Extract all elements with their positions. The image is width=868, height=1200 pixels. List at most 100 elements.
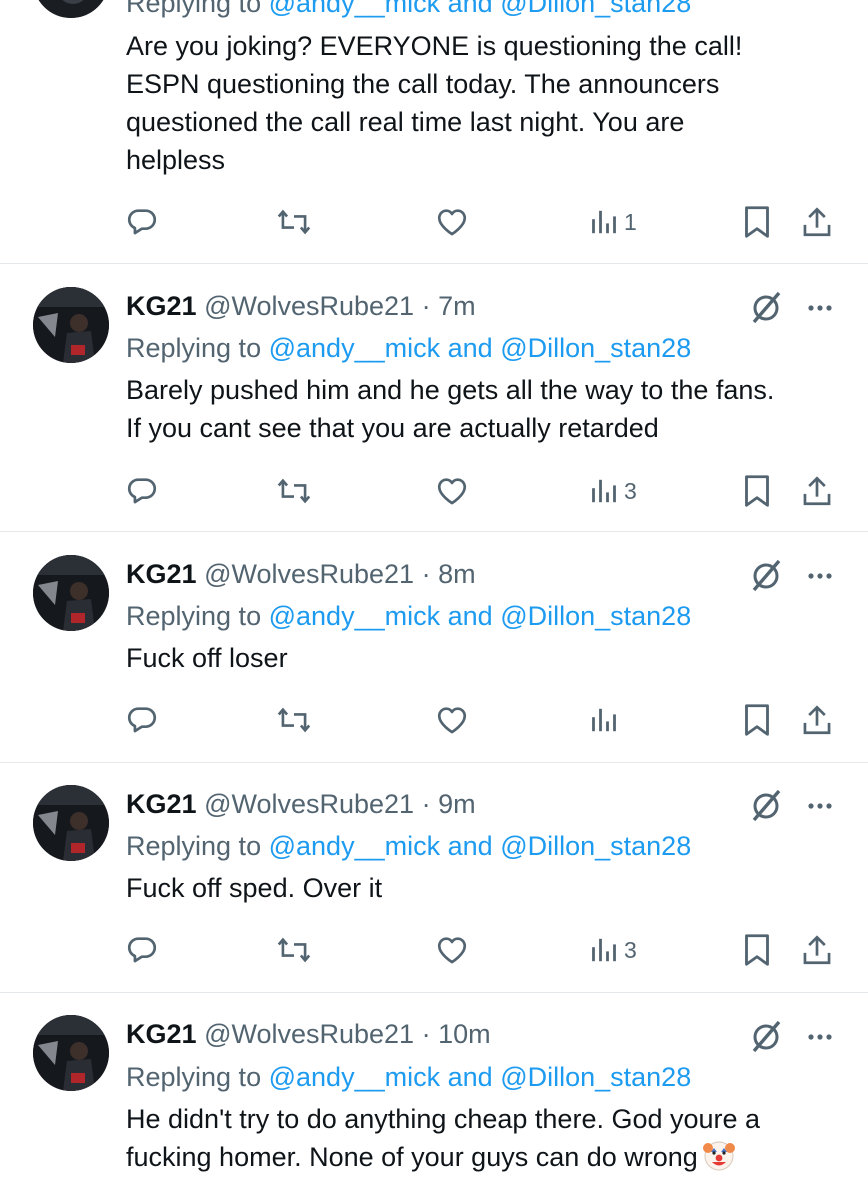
tweet-partial[interactable]: Replying to @andy__mick and @Dillon_stan… (0, 0, 868, 264)
display-name[interactable]: KG21 (126, 1019, 197, 1049)
reply-icon (127, 937, 157, 963)
views-icon (592, 938, 616, 962)
share-button[interactable] (800, 700, 834, 740)
bookmark-button[interactable] (742, 930, 772, 970)
replying-to-text: Replying to (126, 831, 262, 861)
bookmark-button[interactable] (742, 202, 772, 242)
tweet-text: He didn't try to do anything cheap there… (126, 1100, 846, 1182)
grok-button[interactable] (746, 288, 786, 328)
avatar[interactable] (33, 0, 109, 18)
grok-icon (752, 291, 781, 324)
tweet[interactable]: KG21 @WolvesRube21 · 7m Replying to @and… (0, 264, 868, 532)
repost-button[interactable] (276, 700, 312, 740)
mention-link[interactable]: @andy__mick (269, 831, 440, 861)
share-button[interactable] (800, 471, 834, 511)
tweet-text: Fuck off sped. Over it (126, 869, 846, 907)
display-name[interactable]: KG21 (126, 789, 197, 819)
tweet[interactable]: KG21 @WolvesRube21 · 8m Replying to @and… (0, 532, 868, 763)
like-icon (437, 209, 467, 236)
mention-link[interactable]: @Dillon_stan28 (500, 831, 691, 861)
reply-button[interactable] (125, 202, 159, 242)
avatar[interactable] (33, 1015, 109, 1091)
mention-link[interactable]: @Dillon_stan28 (500, 0, 691, 18)
mention-and: and (447, 831, 493, 861)
share-icon (803, 476, 831, 506)
tweet[interactable]: KG21 @WolvesRube21 · 10m Replying to @an… (0, 993, 868, 1200)
repost-icon (277, 937, 311, 963)
timestamp[interactable]: 7m (438, 291, 476, 321)
replying-to-label: Replying to @andy__mick and @Dillon_stan… (126, 596, 691, 636)
tweet-text-line: Fuck off loser (126, 643, 288, 673)
like-button[interactable] (434, 202, 470, 242)
views-button[interactable]: 1 (590, 202, 637, 242)
replying-to-label: Replying to @andy__mick and @Dillon_stan… (126, 0, 691, 23)
more-options-button[interactable] (800, 786, 840, 826)
avatar[interactable] (33, 555, 109, 631)
tweet-text-line: Barely pushed him and he gets all the wa… (126, 375, 775, 405)
more-options-button[interactable] (800, 288, 840, 328)
display-name[interactable]: KG21 (126, 291, 197, 321)
tweet-text-line: Fuck off sped. Over it (126, 873, 383, 903)
mention-link[interactable]: @Dillon_stan28 (500, 601, 691, 631)
bookmark-button[interactable] (742, 471, 772, 511)
views-button[interactable] (590, 700, 624, 740)
share-button[interactable] (800, 202, 834, 242)
avatar[interactable] (33, 287, 109, 363)
reply-icon (127, 707, 157, 733)
grok-button[interactable] (746, 1017, 786, 1057)
like-button[interactable] (434, 700, 470, 740)
display-name[interactable]: KG21 (126, 559, 197, 589)
views-button[interactable]: 3 (590, 930, 637, 970)
user-handle[interactable]: @WolvesRube21 (204, 559, 414, 589)
bookmark-icon (745, 704, 769, 736)
like-icon (437, 707, 467, 734)
repost-button[interactable] (276, 471, 312, 511)
grok-button[interactable] (746, 786, 786, 826)
tweet-header: KG21 @WolvesRube21 · 7m (126, 286, 476, 326)
mention-link[interactable]: @andy__mick (269, 333, 440, 363)
mention-link[interactable]: @andy__mick (269, 601, 440, 631)
mention-link[interactable]: @Dillon_stan28 (500, 333, 691, 363)
grok-button[interactable] (746, 556, 786, 596)
separator-dot: · (421, 789, 431, 819)
timestamp[interactable]: 9m (438, 789, 476, 819)
more-options-button[interactable] (800, 556, 840, 596)
mention-and: and (447, 1062, 493, 1092)
separator-dot: · (421, 291, 431, 321)
replying-to-label: Replying to @andy__mick and @Dillon_stan… (126, 1057, 691, 1097)
like-icon (437, 937, 467, 964)
grok-icon (752, 559, 781, 592)
like-icon (437, 478, 467, 505)
reply-button[interactable] (125, 930, 159, 970)
separator-dot: · (421, 1019, 431, 1049)
mention-link[interactable]: @Dillon_stan28 (500, 1062, 691, 1092)
views-count: 1 (624, 208, 637, 235)
avatar[interactable] (33, 785, 109, 861)
user-handle[interactable]: @WolvesRube21 (204, 291, 414, 321)
repost-button[interactable] (276, 930, 312, 970)
clown-face-emoji (702, 1138, 736, 1182)
reply-button[interactable] (125, 700, 159, 740)
like-button[interactable] (434, 471, 470, 511)
reply-button[interactable] (125, 471, 159, 511)
mention-link[interactable]: @andy__mick (269, 1062, 440, 1092)
separator-dot: · (421, 559, 431, 589)
like-button[interactable] (434, 930, 470, 970)
bookmark-button[interactable] (742, 700, 772, 740)
more-options-icon (808, 573, 832, 579)
tweet-text-line: questioned the call real time last night… (126, 107, 685, 137)
user-handle[interactable]: @WolvesRube21 (204, 789, 414, 819)
more-options-icon (808, 1034, 832, 1040)
user-handle[interactable]: @WolvesRube21 (204, 1019, 414, 1049)
more-options-button[interactable] (800, 1017, 840, 1057)
tweet[interactable]: KG21 @WolvesRube21 · 9m Replying to @and… (0, 763, 868, 993)
repost-button[interactable] (276, 202, 312, 242)
mention-and: and (447, 601, 493, 631)
share-button[interactable] (800, 930, 834, 970)
timestamp[interactable]: 8m (438, 559, 476, 589)
share-icon (803, 935, 831, 965)
timestamp[interactable]: 10m (438, 1019, 491, 1049)
views-button[interactable]: 3 (590, 471, 637, 511)
tweet-text: Are you joking? EVERYONE is questioning … (126, 27, 846, 179)
mention-link[interactable]: @andy__mick (269, 0, 440, 18)
